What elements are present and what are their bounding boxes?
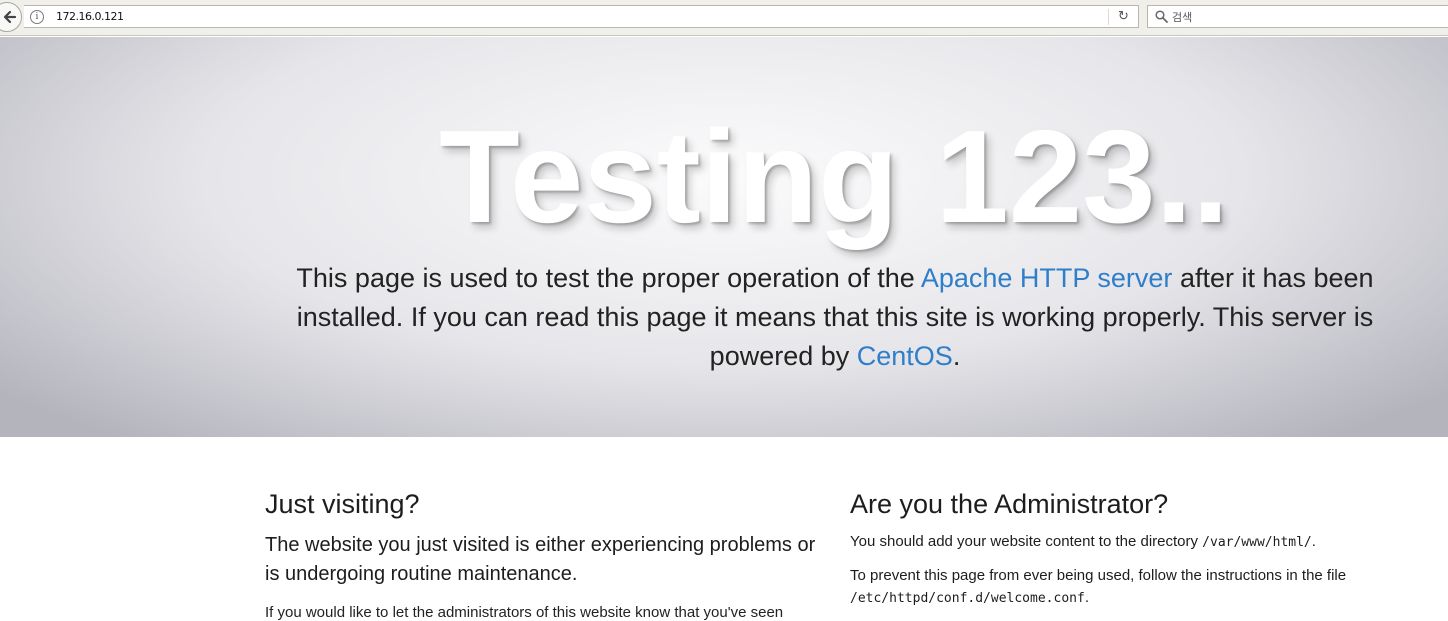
search-bar[interactable]: 검색	[1147, 5, 1448, 28]
search-icon	[1155, 10, 1168, 23]
visitor-heading: Just visiting?	[265, 489, 420, 519]
reload-icon[interactable]: ↻	[1118, 10, 1129, 24]
admin-p1-text: You should add your website content to t…	[850, 533, 1203, 550]
info-icon[interactable]: i	[30, 10, 44, 24]
visitor-cut-text: If you would like to let the administrat…	[265, 604, 784, 621]
hero-lead: This page is used to test the proper ope…	[278, 259, 1392, 376]
back-arrow-icon	[3, 10, 17, 24]
hero-banner: Testing 123.. This page is used to test …	[0, 37, 1448, 437]
visitor-section: Just visiting? The website you just visi…	[265, 487, 835, 589]
search-placeholder[interactable]: 검색	[1172, 9, 1192, 25]
admin-section: Are you the Administrator? You should ad…	[850, 487, 1410, 610]
admin-heading: Are you the Administrator?	[850, 489, 1169, 519]
admin-paragraph-1: You should add your website content to t…	[850, 531, 1410, 554]
visitor-lead: The website you just visited is either e…	[265, 534, 816, 585]
centos-link[interactable]: CentOS	[857, 341, 953, 371]
welcome-conf-path: /etc/httpd/conf.d/welcome.conf	[850, 591, 1085, 606]
hero-lead-text-1: This page is used to test the proper ope…	[296, 263, 921, 293]
url-divider	[1108, 9, 1109, 25]
address-bar[interactable]: i 172.16.0.121 ↻	[24, 5, 1139, 28]
admin-p2-end: .	[1084, 589, 1089, 606]
webroot-path: /var/www/html/	[1202, 535, 1312, 550]
hero-lead-end: .	[952, 341, 961, 371]
page-title: Testing 123..	[439, 103, 1229, 250]
admin-p2-text: To prevent this page from ever being use…	[850, 567, 1347, 584]
back-button[interactable]	[0, 2, 22, 32]
browser-toolbar: i 172.16.0.121 ↻ 검색	[0, 0, 1448, 36]
admin-p1-end: .	[1311, 533, 1316, 550]
apache-link[interactable]: Apache HTTP server	[921, 263, 1173, 293]
admin-paragraph-2: To prevent this page from ever being use…	[850, 565, 1410, 610]
url-text[interactable]: 172.16.0.121	[56, 10, 124, 23]
